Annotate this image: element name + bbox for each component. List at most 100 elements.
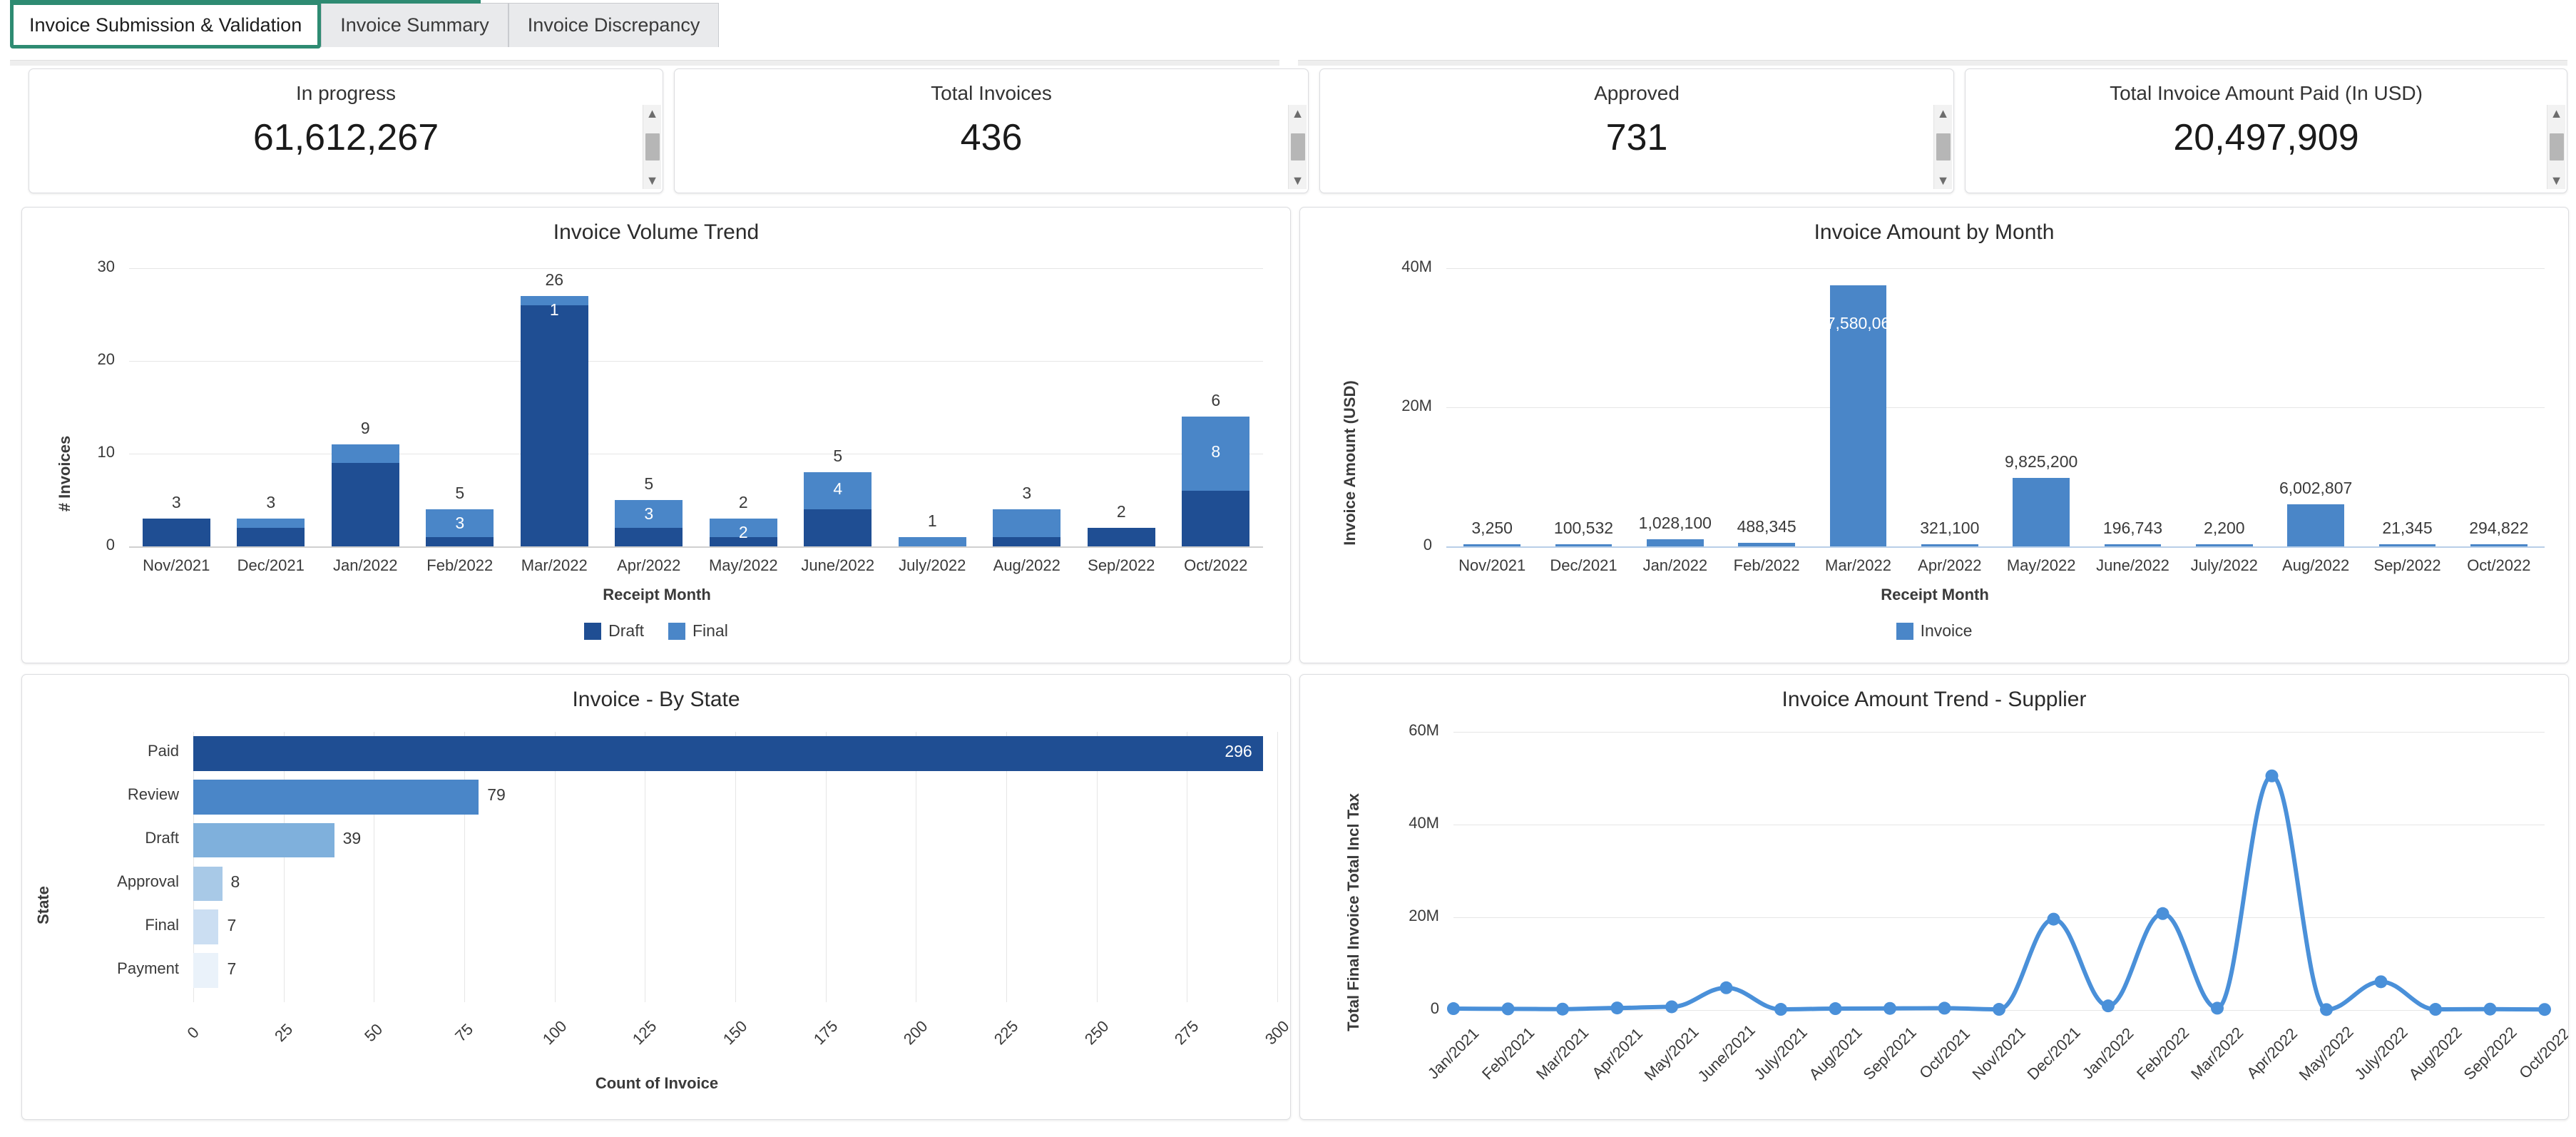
axis-line [1446, 546, 2545, 548]
kpi-card-in-progress[interactable]: In progress 61,612,267 ▲ ▼ [29, 68, 663, 193]
bar-segment-draft[interactable] [615, 528, 683, 546]
legend-label: Invoice [1920, 621, 1973, 640]
tab-invoice-summary[interactable]: Invoice Summary [321, 3, 508, 47]
bar-segment-final[interactable] [237, 519, 305, 528]
bar-segment-draft[interactable] [804, 509, 872, 546]
tab-invoice-discrepancy[interactable]: Invoice Discrepancy [508, 3, 720, 47]
data-point[interactable] [1774, 1003, 1787, 1016]
bar-segment-draft[interactable] [993, 537, 1061, 546]
data-point[interactable] [1993, 1003, 2005, 1016]
scrollbar-thumb[interactable] [645, 133, 660, 160]
x-tick-label: 200 [900, 1016, 931, 1049]
tab-invoice-submission-validation[interactable]: Invoice Submission & Validation [10, 1, 322, 49]
y-category-label: Final [145, 915, 179, 934]
data-point[interactable] [1719, 981, 1733, 994]
kpi-title: In progress [295, 82, 397, 104]
bar-segment-draft[interactable] [142, 519, 210, 546]
data-point[interactable] [2483, 1002, 2497, 1016]
data-point[interactable] [1556, 1002, 1569, 1016]
y-category-label: Paid [147, 742, 179, 760]
bar[interactable] [193, 866, 223, 902]
scroll-up-arrow-icon[interactable]: ▲ [1292, 105, 1304, 122]
y-tick-label: 20M [1409, 907, 1439, 924]
gridline [129, 361, 1263, 362]
bar[interactable] [193, 953, 219, 988]
chart-legend: Draft Final [22, 621, 1290, 641]
gridline [129, 268, 1263, 269]
gridline [1446, 268, 2545, 269]
data-point[interactable] [2265, 769, 2279, 782]
kpi-card-total-invoice-amount-paid[interactable]: Total Invoice Amount Paid (In USD) 20,49… [1965, 68, 2567, 193]
legend-swatch-icon [668, 622, 685, 640]
dashboard-root: Invoice Submission & Validation Invoice … [0, 0, 2576, 1137]
data-point[interactable] [1938, 1001, 1951, 1015]
data-point[interactable] [1501, 1002, 1515, 1016]
kpi-scrollbar[interactable]: ▲ ▼ [1933, 105, 1952, 189]
bar-segment-draft[interactable] [1087, 528, 1155, 546]
bar-segment-draft[interactable] [1182, 491, 1250, 546]
legend-item-final[interactable]: Final [668, 621, 728, 641]
bar-total-label: 9 [360, 419, 370, 437]
legend-label: Draft [608, 621, 644, 640]
data-point[interactable] [2538, 1003, 2551, 1016]
kpi-title: Total Invoices [931, 82, 1052, 104]
x-tick-label: 225 [990, 1016, 1022, 1049]
kpi-card-approved[interactable]: Approved 731 ▲ ▼ [1319, 68, 1954, 193]
bar-segment-draft[interactable] [331, 463, 399, 546]
bar-segment-draft[interactable] [520, 305, 588, 546]
data-point[interactable] [2047, 912, 2060, 926]
kpi-scrollbar[interactable]: ▲ ▼ [2547, 105, 2565, 189]
legend-item-draft[interactable]: Draft [584, 621, 644, 641]
data-point[interactable] [1665, 1000, 1678, 1014]
bar-value-label: 7 [227, 959, 237, 978]
data-point[interactable] [1447, 1002, 1460, 1016]
scroll-down-arrow-icon[interactable]: ▼ [646, 172, 659, 189]
scroll-up-arrow-icon[interactable]: ▲ [1937, 105, 1950, 122]
data-point[interactable] [2211, 1001, 2224, 1015]
bar[interactable] [193, 822, 334, 858]
bar-segment-draft[interactable] [426, 537, 494, 546]
scroll-down-arrow-icon[interactable]: ▼ [1292, 172, 1304, 189]
data-point[interactable] [1884, 1001, 1896, 1015]
bar-value-label: 37,580,063 [1816, 313, 1900, 332]
bar[interactable] [193, 909, 219, 945]
line-series [1447, 769, 2551, 1016]
scroll-down-arrow-icon[interactable]: ▼ [1937, 172, 1950, 189]
bar-segment-draft[interactable] [237, 528, 305, 546]
data-point[interactable] [2429, 1003, 2442, 1016]
bar-inner-label: 3 [644, 504, 654, 523]
x-axis-title: Receipt Month [603, 586, 711, 603]
data-point[interactable] [1829, 1002, 1842, 1016]
kpi-value: 20,497,909 [2173, 117, 2359, 158]
scroll-up-arrow-icon[interactable]: ▲ [2550, 105, 2563, 122]
bar[interactable] [193, 779, 479, 815]
bar-segment-final[interactable] [898, 537, 966, 546]
tab-label: Invoice Discrepancy [527, 14, 700, 36]
bar[interactable] [1647, 539, 1704, 546]
bar-inner-label: 2 [738, 523, 748, 541]
y-axis-title: State [34, 886, 52, 924]
kpi-scrollbar[interactable]: ▲ ▼ [1288, 105, 1307, 189]
x-tick-label: 50 [361, 1020, 387, 1046]
bar[interactable] [2013, 478, 2070, 546]
bar[interactable] [2287, 504, 2344, 546]
scrollbar-thumb[interactable] [1936, 133, 1951, 160]
kpi-card-total-invoices[interactable]: Total Invoices 436 ▲ ▼ [674, 68, 1309, 193]
x-tick-label: 175 [809, 1016, 842, 1049]
scrollbar-thumb[interactable] [2549, 133, 2564, 160]
scrollbar-thumb[interactable] [1290, 133, 1305, 160]
scroll-down-arrow-icon[interactable]: ▼ [2550, 172, 2563, 189]
data-point[interactable] [2156, 907, 2169, 920]
data-point[interactable] [1610, 1001, 1624, 1015]
legend-swatch-icon [1896, 622, 1913, 640]
legend-item-invoice[interactable]: Invoice [1896, 621, 1973, 641]
data-point[interactable] [2102, 999, 2115, 1013]
bar-segment-final[interactable] [993, 509, 1061, 537]
bar[interactable] [193, 736, 1263, 771]
y-category-label: Payment [117, 959, 179, 977]
kpi-scrollbar[interactable]: ▲ ▼ [643, 105, 661, 189]
scroll-up-arrow-icon[interactable]: ▲ [646, 105, 659, 122]
data-point[interactable] [2320, 1003, 2333, 1016]
data-point[interactable] [2374, 975, 2388, 989]
bar-segment-final[interactable] [331, 444, 399, 463]
